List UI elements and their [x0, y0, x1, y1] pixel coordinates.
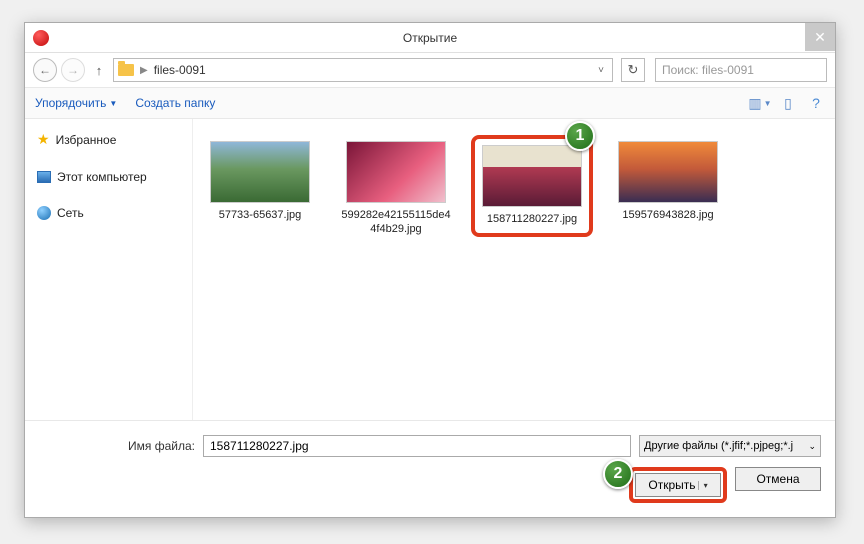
toolbar: Упорядочить ▼ Создать папку ▥▼ ▯ ? [25, 87, 835, 119]
preview-pane-button[interactable]: ▯ [779, 94, 797, 112]
folder-icon [118, 64, 134, 76]
filetype-dropdown[interactable]: Другие файлы (*.jfif;*.pjpeg;*.j ⌄ [639, 435, 821, 457]
footer: Имя файла: Другие файлы (*.jfif;*.pjpeg;… [25, 420, 835, 517]
titlebar: Открытие ✕ [25, 23, 835, 53]
chevron-right-icon: ▶ [140, 65, 148, 76]
chevron-down-icon: ▾ [698, 481, 708, 490]
file-open-dialog: Открытие ✕ ← → ↑ ▶ files-0091 ˅ ↻ Поиск:… [24, 22, 836, 518]
this-pc-label: Этот компьютер [57, 170, 147, 184]
close-icon: ✕ [814, 29, 826, 46]
search-input[interactable]: Поиск: files-0091 [655, 58, 827, 82]
arrow-right-icon: → [67, 63, 79, 77]
cancel-button[interactable]: Отмена [735, 467, 821, 491]
file-thumbnail [210, 141, 310, 203]
up-button[interactable]: ↑ [89, 63, 109, 78]
dialog-title: Открытие [403, 31, 457, 45]
annotation-callout-2: 2 [603, 459, 633, 489]
file-name: 57733-65637.jpg [219, 209, 302, 223]
network-label: Сеть [57, 206, 84, 220]
file-name: 158711280227.jpg [487, 213, 577, 227]
help-button[interactable]: ? [807, 94, 825, 112]
annotation-callout-1: 1 [565, 121, 595, 151]
refresh-icon: ↻ [628, 62, 639, 78]
sidebar: ★ Избранное Этот компьютер Сеть [25, 119, 193, 420]
opera-icon [33, 30, 49, 46]
address-bar[interactable]: ▶ files-0091 ˅ [113, 58, 613, 82]
view-options-button[interactable]: ▥▼ [751, 94, 769, 112]
file-thumbnail [346, 141, 446, 203]
address-dropdown[interactable]: ˅ [594, 65, 608, 76]
file-item[interactable]: 159576943828.jpg [607, 135, 729, 229]
filename-label: Имя файла: [39, 439, 195, 453]
refresh-button[interactable]: ↻ [621, 58, 645, 82]
arrow-up-icon: ↑ [96, 63, 103, 78]
sidebar-network[interactable]: Сеть [31, 202, 186, 224]
new-folder-button[interactable]: Создать папку [135, 96, 215, 110]
back-button[interactable]: ← [33, 58, 57, 82]
close-button[interactable]: ✕ [805, 23, 835, 51]
star-icon: ★ [37, 131, 50, 148]
chevron-down-icon: ⌄ [808, 441, 816, 452]
filetype-value: Другие файлы (*.jfif;*.pjpeg;*.j [644, 440, 793, 452]
file-thumbnail [482, 145, 582, 207]
open-button-highlight: 2 Открыть ▾ [629, 467, 727, 503]
arrow-left-icon: ← [39, 63, 51, 77]
new-folder-label: Создать папку [135, 96, 215, 110]
open-button[interactable]: Открыть ▾ [635, 473, 721, 497]
computer-icon [37, 171, 51, 183]
view-icon: ▥ [748, 95, 761, 112]
help-icon: ? [812, 95, 820, 111]
file-list: 57733-65637.jpg 599282e42155115de44f4b29… [193, 119, 835, 420]
sidebar-favorites[interactable]: ★ Избранное [31, 127, 186, 152]
forward-button[interactable]: → [61, 58, 85, 82]
open-label: Открыть [648, 478, 695, 492]
file-name: 599282e42155115de44f4b29.jpg [340, 209, 452, 237]
nav-row: ← → ↑ ▶ files-0091 ˅ ↻ Поиск: files-0091 [25, 53, 835, 87]
search-placeholder: Поиск: files-0091 [662, 63, 754, 77]
file-name: 159576943828.jpg [622, 209, 713, 223]
file-item[interactable]: 57733-65637.jpg [199, 135, 321, 229]
chevron-down-icon: ▼ [764, 99, 772, 108]
favorites-label: Избранное [56, 133, 117, 147]
file-item-selected[interactable]: 1 158711280227.jpg [471, 135, 593, 237]
cancel-label: Отмена [756, 472, 799, 486]
dialog-body: ★ Избранное Этот компьютер Сеть 57733-65… [25, 119, 835, 420]
chevron-down-icon: ▼ [109, 99, 117, 108]
organize-menu[interactable]: Упорядочить ▼ [35, 96, 117, 110]
network-icon [37, 206, 51, 220]
file-thumbnail [618, 141, 718, 203]
file-item[interactable]: 599282e42155115de44f4b29.jpg [335, 135, 457, 243]
address-path: files-0091 [154, 63, 206, 77]
panel-icon: ▯ [784, 95, 792, 112]
sidebar-this-pc[interactable]: Этот компьютер [31, 166, 186, 188]
filename-input[interactable] [203, 435, 631, 457]
organize-label: Упорядочить [35, 96, 106, 110]
